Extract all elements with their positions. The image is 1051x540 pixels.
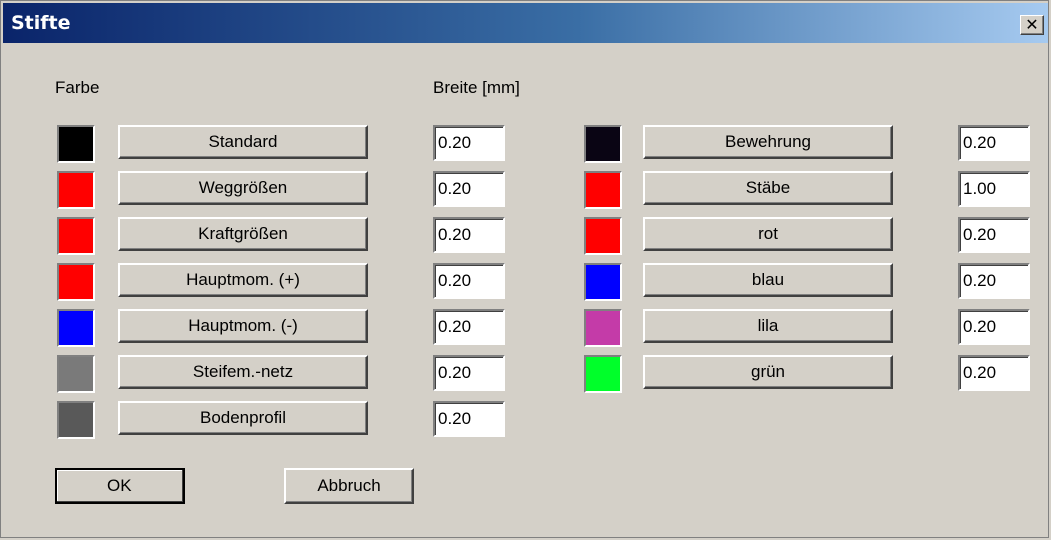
width-input-staebe[interactable]: [958, 171, 1030, 207]
ok-button[interactable]: OK: [55, 468, 185, 504]
width-input-bewehrung[interactable]: [958, 125, 1030, 161]
width-input-steifem-netz[interactable]: [433, 355, 505, 391]
width-input-lila[interactable]: [958, 309, 1030, 345]
swatch-bewehrung: [584, 125, 622, 163]
swatch-standard: [57, 125, 95, 163]
swatch-kraftgroessen: [57, 217, 95, 255]
pen-button-staebe[interactable]: Stäbe: [643, 171, 893, 205]
title-bar[interactable]: Stifte ✕: [3, 3, 1048, 43]
swatch-rot: [584, 217, 622, 255]
swatch-staebe: [584, 171, 622, 209]
pen-button-hauptmom-plus[interactable]: Hauptmom. (+): [118, 263, 368, 297]
color-header: Farbe: [55, 78, 100, 97]
width-input-standard[interactable]: [433, 125, 505, 161]
pen-button-bodenprofil[interactable]: Bodenprofil: [118, 401, 368, 435]
pen-button-hauptmom-minus[interactable]: Hauptmom. (-): [118, 309, 368, 343]
pen-button-standard[interactable]: Standard: [118, 125, 368, 159]
swatch-hauptmom-minus: [57, 309, 95, 347]
width-input-hauptmom-plus[interactable]: [433, 263, 505, 299]
width-input-bodenprofil[interactable]: [433, 401, 505, 437]
swatch-blau: [584, 263, 622, 301]
pen-button-steifem-netz[interactable]: Steifem.-netz: [118, 355, 368, 389]
close-icon: ✕: [1025, 15, 1039, 34]
width-input-blau[interactable]: [958, 263, 1030, 299]
window-title: Stifte: [11, 12, 71, 34]
pens-dialog: Stifte ✕ Farbe Breite [mm] Standard Wegg…: [0, 0, 1049, 538]
swatch-lila: [584, 309, 622, 347]
swatch-gruen: [584, 355, 622, 393]
swatch-weggroessen: [57, 171, 95, 209]
pen-button-lila[interactable]: lila: [643, 309, 893, 343]
pen-button-kraftgroessen[interactable]: Kraftgrößen: [118, 217, 368, 251]
swatch-bodenprofil: [57, 401, 95, 439]
width-input-gruen[interactable]: [958, 355, 1030, 391]
pen-button-gruen[interactable]: grün: [643, 355, 893, 389]
swatch-steifem-netz: [57, 355, 95, 393]
width-input-hauptmom-minus[interactable]: [433, 309, 505, 345]
pen-button-rot[interactable]: rot: [643, 217, 893, 251]
width-header: Breite [mm]: [433, 78, 520, 97]
pen-button-blau[interactable]: blau: [643, 263, 893, 297]
close-button[interactable]: ✕: [1020, 15, 1044, 35]
swatch-hauptmom-plus: [57, 263, 95, 301]
cancel-button[interactable]: Abbruch: [284, 468, 414, 504]
width-input-rot[interactable]: [958, 217, 1030, 253]
width-input-weggroessen[interactable]: [433, 171, 505, 207]
width-input-kraftgroessen[interactable]: [433, 217, 505, 253]
pen-button-weggroessen[interactable]: Weggrößen: [118, 171, 368, 205]
pen-button-bewehrung[interactable]: Bewehrung: [643, 125, 893, 159]
